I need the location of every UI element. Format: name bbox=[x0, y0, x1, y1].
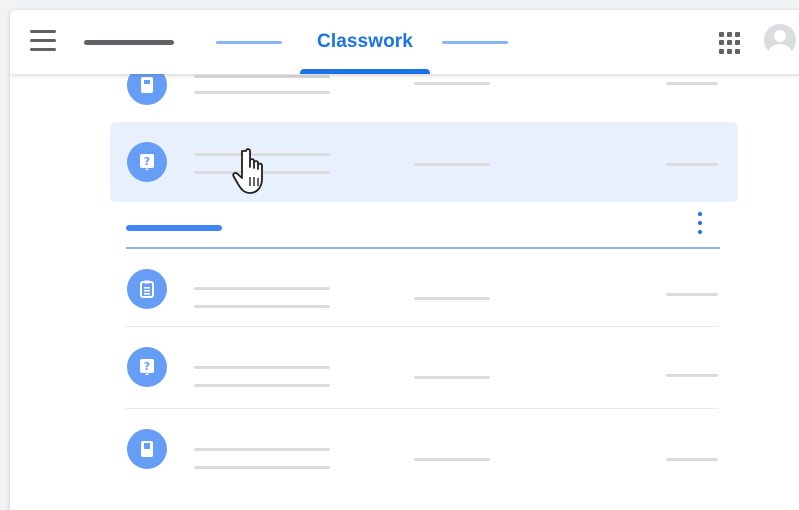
list-item-assignment[interactable] bbox=[110, 250, 738, 330]
item-date-placeholder bbox=[666, 82, 718, 85]
item-title-placeholder bbox=[194, 366, 330, 369]
account-avatar[interactable] bbox=[764, 24, 796, 56]
active-tab-indicator bbox=[300, 69, 430, 74]
svg-text:?: ? bbox=[144, 360, 150, 373]
item-due-placeholder bbox=[414, 458, 490, 461]
question-icon: ? bbox=[127, 347, 167, 387]
item-date-placeholder bbox=[666, 293, 718, 296]
item-subtitle-placeholder bbox=[194, 171, 330, 174]
item-title-placeholder bbox=[194, 448, 330, 451]
list-item-question-highlighted[interactable]: ? bbox=[110, 122, 738, 202]
item-title-placeholder bbox=[194, 287, 330, 290]
question-icon: ? bbox=[127, 142, 167, 182]
tab-stream-placeholder[interactable] bbox=[216, 41, 282, 44]
hamburger-menu-icon[interactable] bbox=[30, 30, 56, 52]
item-subtitle-placeholder bbox=[194, 305, 330, 308]
item-date-placeholder bbox=[666, 163, 718, 166]
apps-grid-icon[interactable] bbox=[719, 32, 741, 54]
item-title-placeholder bbox=[194, 153, 330, 156]
assignment-icon bbox=[127, 269, 167, 309]
topic-divider bbox=[126, 247, 720, 249]
item-subtitle-placeholder bbox=[194, 466, 330, 469]
material-icon bbox=[127, 429, 167, 469]
classwork-list: ? ? bbox=[10, 10, 799, 510]
tab-classwork-label: Classwork bbox=[317, 31, 413, 52]
item-due-placeholder bbox=[414, 82, 490, 85]
item-subtitle-placeholder bbox=[194, 384, 330, 387]
item-subtitle-placeholder bbox=[194, 91, 330, 94]
item-title-placeholder bbox=[194, 75, 330, 78]
topic-title-placeholder bbox=[126, 225, 222, 231]
classroom-window: ? ? Classwork bbox=[10, 10, 799, 510]
more-vert-icon[interactable] bbox=[694, 212, 706, 240]
item-due-placeholder bbox=[414, 376, 490, 379]
list-item-question[interactable]: ? bbox=[110, 327, 738, 407]
tab-classwork[interactable]: Classwork bbox=[300, 10, 430, 74]
svg-text:?: ? bbox=[144, 155, 150, 168]
item-date-placeholder bbox=[666, 374, 718, 377]
item-due-placeholder bbox=[414, 163, 490, 166]
tab-people-placeholder[interactable] bbox=[442, 41, 508, 44]
item-due-placeholder bbox=[414, 297, 490, 300]
list-item-material[interactable] bbox=[110, 409, 738, 489]
top-app-bar: Classwork bbox=[10, 10, 799, 74]
item-date-placeholder bbox=[666, 458, 718, 461]
class-name-placeholder bbox=[84, 40, 174, 45]
